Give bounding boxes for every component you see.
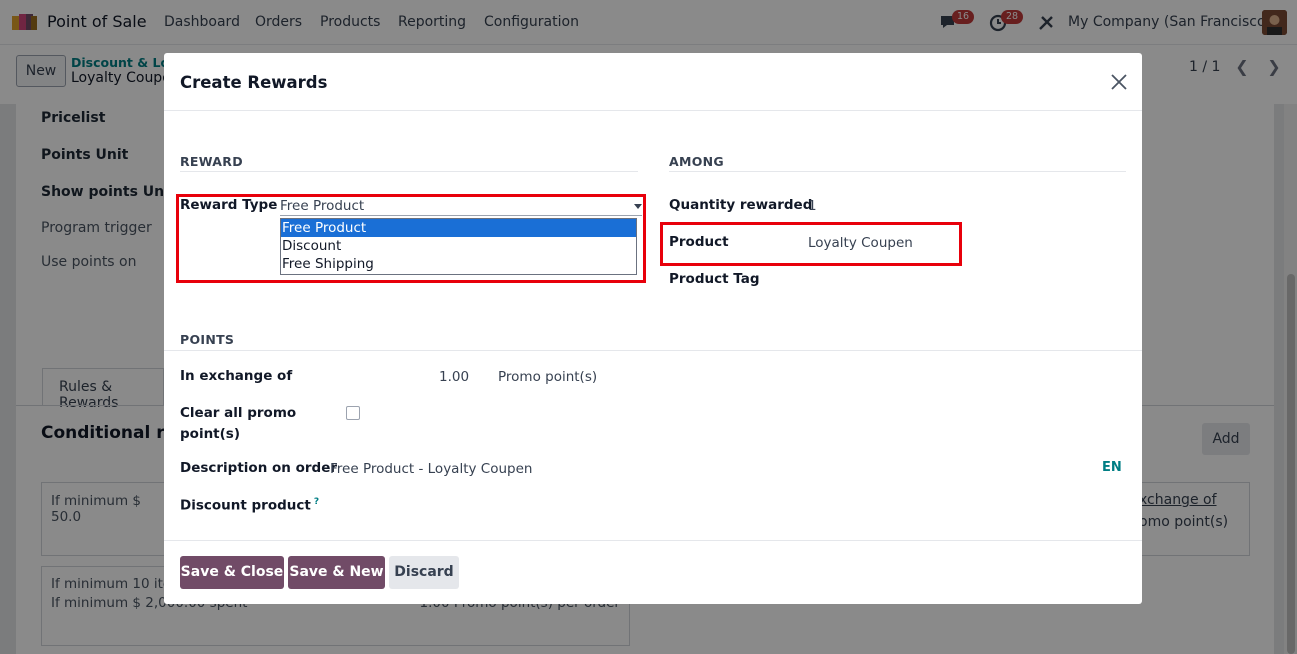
help-tooltip-icon[interactable]: ?	[314, 497, 319, 507]
translate-language-button[interactable]: EN	[1102, 460, 1122, 475]
close-icon[interactable]	[1108, 71, 1130, 93]
clear-points-checkbox[interactable]	[346, 406, 360, 420]
dialog-title: Create Rewards	[180, 73, 328, 92]
description-input[interactable]: Free Product - Loyalty Coupen	[330, 461, 532, 477]
clear-points-label-2: point(s)	[180, 426, 241, 442]
save-new-button[interactable]: Save & New	[288, 556, 385, 589]
quantity-rewarded-label: Quantity rewarded	[669, 197, 813, 213]
reward-section-divider	[180, 171, 638, 172]
among-section-divider	[669, 171, 1126, 172]
among-section-title: AMONG	[669, 154, 724, 169]
product-tag-label: Product Tag	[669, 271, 760, 287]
points-section-divider	[164, 350, 1142, 351]
discount-product-label: Discount product?	[180, 497, 319, 514]
discount-product-text: Discount product	[180, 497, 311, 514]
create-rewards-dialog: Create Rewards REWARD Reward Type Free P…	[164, 53, 1142, 604]
dialog-footer-divider	[164, 540, 1142, 541]
quantity-rewarded-input[interactable]: 1	[808, 198, 817, 214]
dialog-header: Create Rewards	[164, 53, 1142, 111]
reward-section-title: REWARD	[180, 154, 243, 169]
in-exchange-label: In exchange of	[180, 368, 293, 384]
product-highlight	[660, 222, 962, 266]
description-label: Description on order	[180, 460, 338, 476]
clear-points-label-1: Clear all promo	[180, 405, 297, 421]
discard-button[interactable]: Discard	[389, 556, 459, 589]
points-section-title: POINTS	[180, 332, 235, 347]
in-exchange-input[interactable]: 1.00	[439, 369, 469, 385]
in-exchange-unit: Promo point(s)	[498, 369, 598, 385]
reward-type-highlight	[176, 194, 646, 283]
save-close-button[interactable]: Save & Close	[180, 556, 284, 589]
